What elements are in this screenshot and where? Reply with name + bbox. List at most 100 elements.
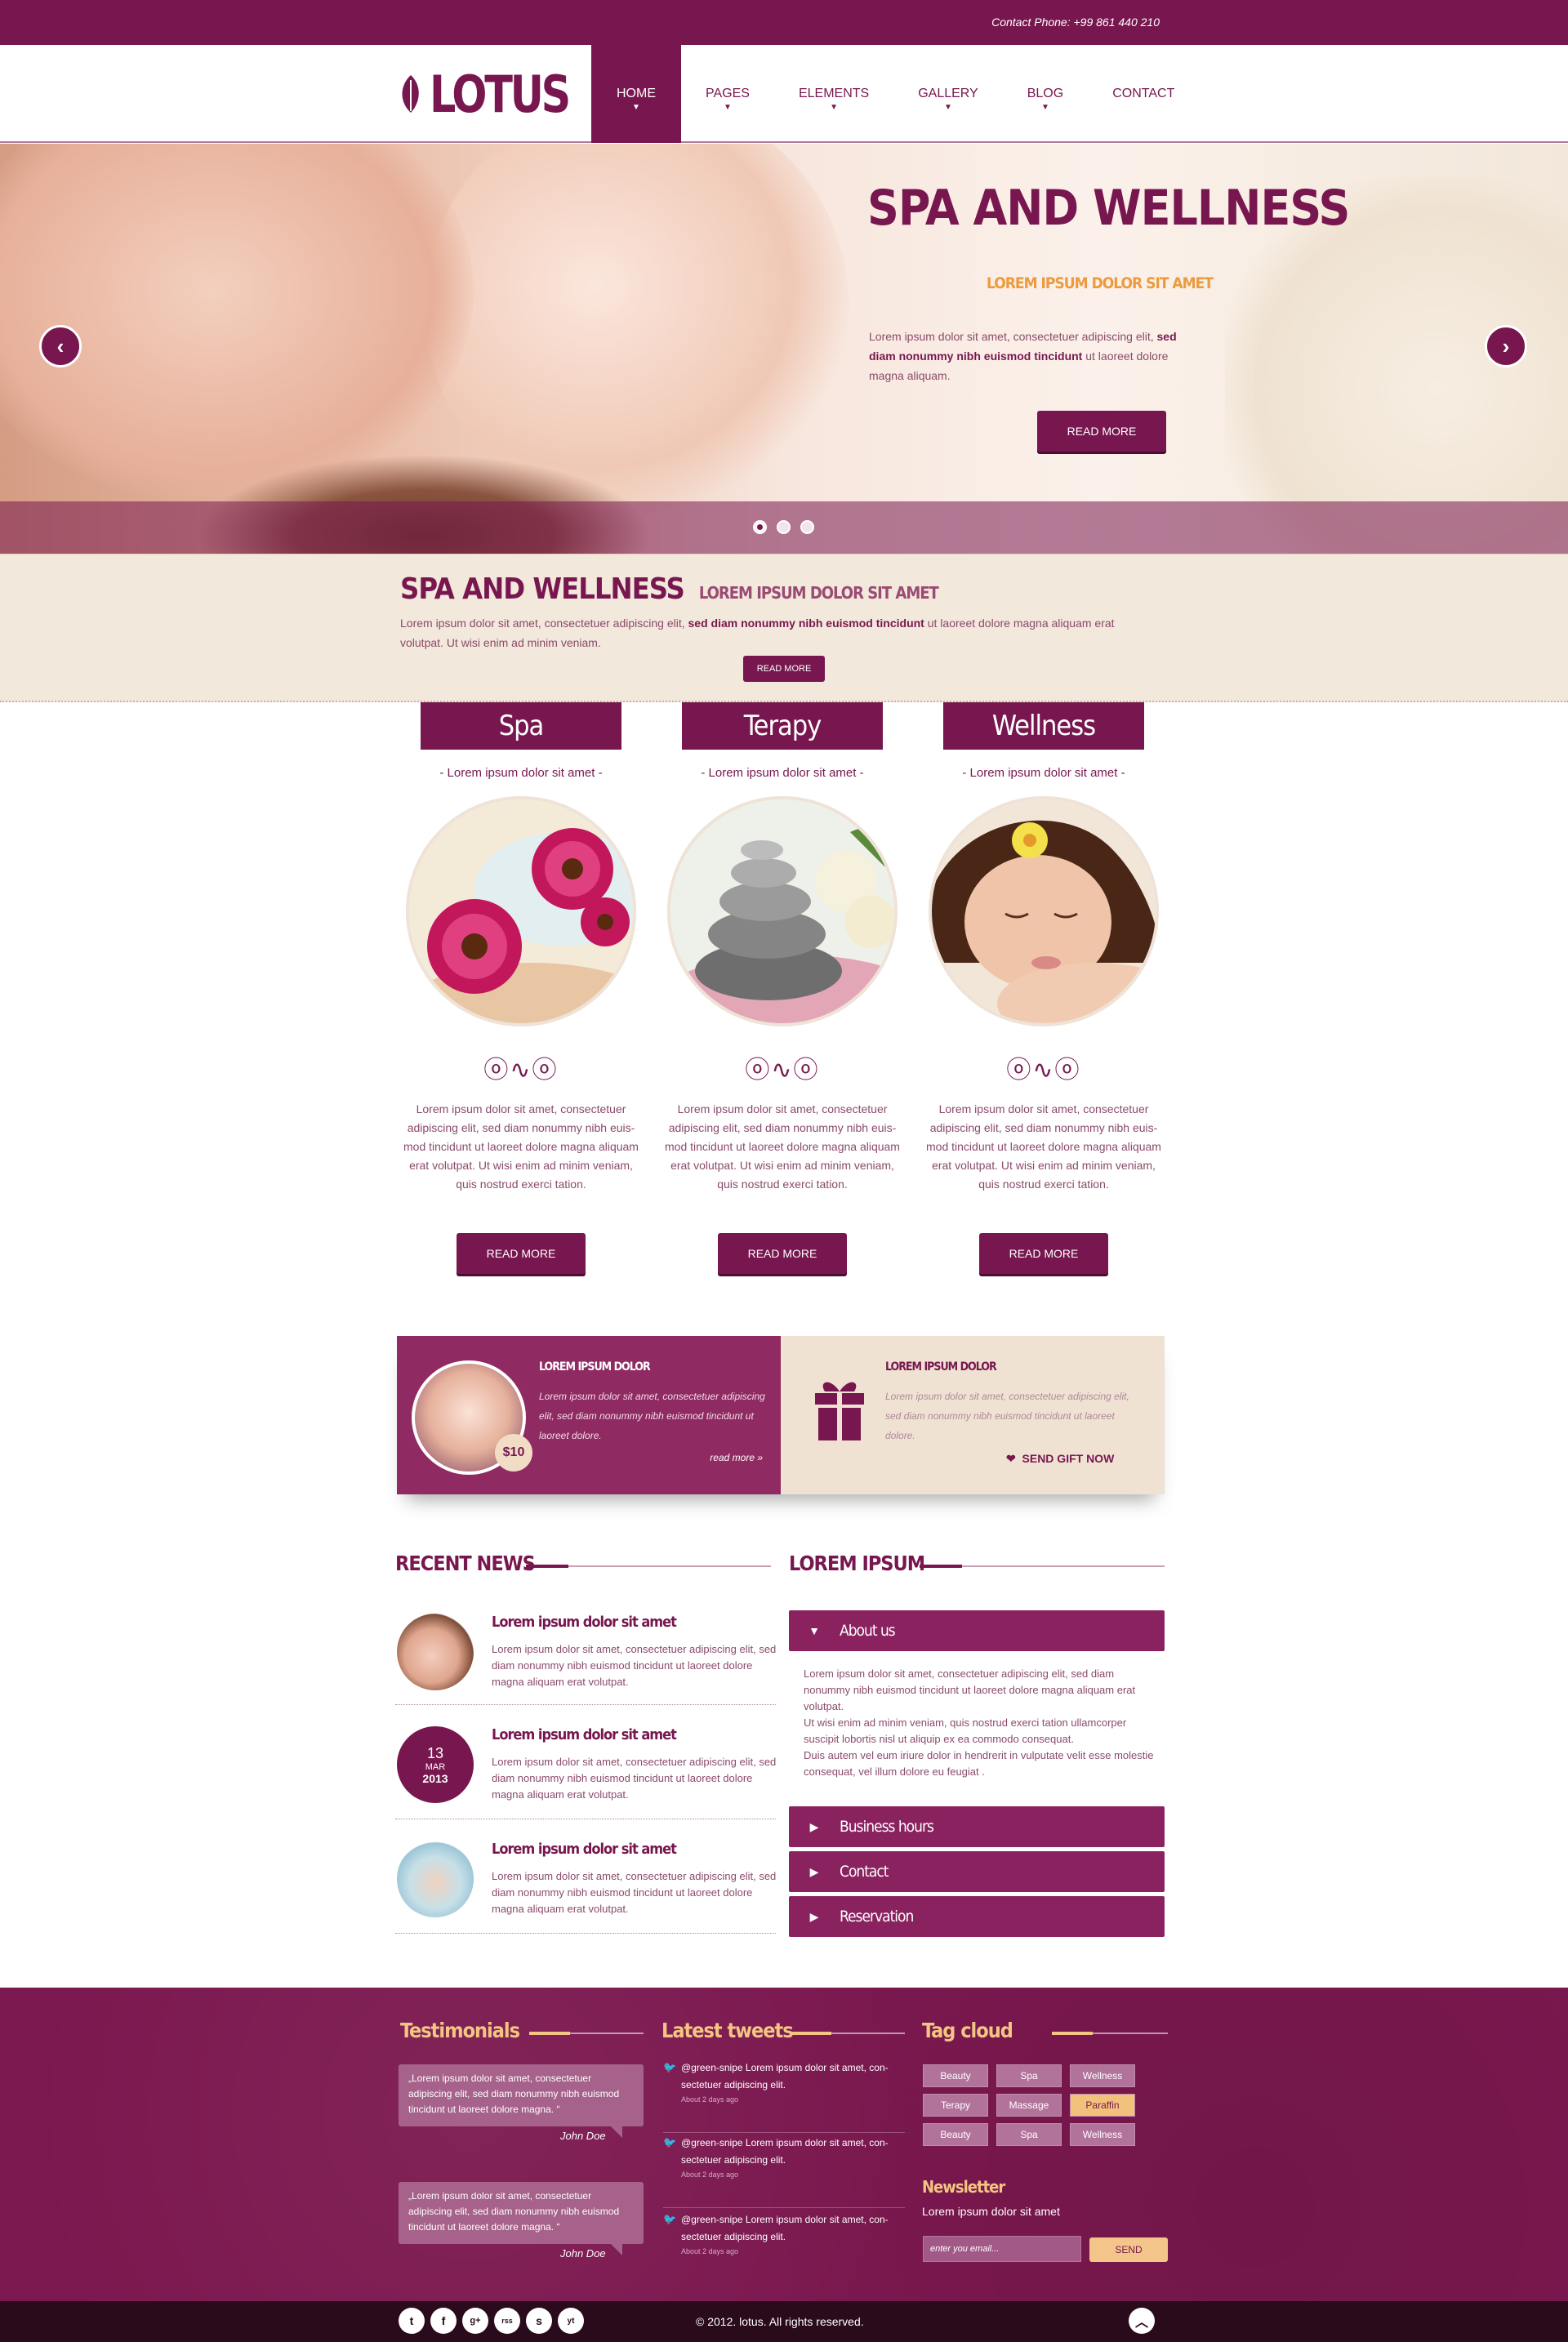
gift-icon xyxy=(815,1382,864,1440)
service-terapy: Terapy - Lorem ipsum dolor sit amet - ⓞ∿… xyxy=(664,702,901,1274)
terapy-stones-image xyxy=(667,796,898,1026)
tag-beauty[interactable]: Beauty xyxy=(923,2064,988,2087)
logo[interactable]: LOTUS xyxy=(397,61,599,127)
nav-blog[interactable]: BLOG ▼ xyxy=(1003,45,1088,143)
tag-wellness[interactable]: Wellness xyxy=(1070,2064,1135,2087)
twitter-bird-icon: 🐦 xyxy=(663,2213,677,2225)
triangle-right-icon: ▶ xyxy=(809,1819,819,1833)
contact-phone: Contact Phone: +99 861 440 210 xyxy=(991,16,1160,29)
nav-contact[interactable]: CONTACT xyxy=(1088,45,1199,143)
news-title[interactable]: Lorem ipsum dolor sit amet xyxy=(492,1841,677,1858)
tweet-item[interactable]: 🐦 @green-snipe Lorem ipsum dolor sit amet… xyxy=(663,2135,905,2208)
ornament-divider: ⓞ∿ⓞ xyxy=(483,1057,559,1084)
wellness-woman-image xyxy=(929,796,1159,1026)
accordion-business-hours[interactable]: ▶ Business hours xyxy=(789,1806,1165,1847)
google-plus-icon[interactable]: g+ xyxy=(462,2308,488,2334)
news-thumbnail xyxy=(397,1614,474,1690)
tag-spa[interactable]: Spa xyxy=(996,2064,1062,2087)
testimonial-quote: „Lorem ipsum dolor sit amet, consectetue… xyxy=(399,2064,644,2138)
slider-dot-3[interactable] xyxy=(800,520,814,534)
service-read-more-button[interactable]: READ MORE xyxy=(979,1233,1108,1274)
news-item[interactable]: Lorem ipsum dolor sit amet Lorem ipsum d… xyxy=(395,1841,776,1934)
service-title: Terapy xyxy=(682,702,883,750)
tag-wellness[interactable]: Wellness xyxy=(1070,2123,1135,2146)
spa-flowers-image xyxy=(406,796,636,1026)
intro-read-more-button[interactable]: READ MORE xyxy=(743,656,825,682)
nav-elements-label: ELEMENTS xyxy=(798,87,870,100)
hero-subtitle: LOREM IPSUM DOLOR SIT AMET xyxy=(987,274,1214,292)
newsletter-email-input[interactable] xyxy=(923,2236,1081,2262)
skype-icon[interactable]: s xyxy=(526,2308,552,2334)
tag-spa[interactable]: Spa xyxy=(996,2123,1062,2146)
promo-offer-title: LOREM IPSUM DOLOR xyxy=(539,1360,651,1374)
nav-home[interactable]: HOME ▼ xyxy=(591,45,681,143)
tweet-text: @green-snipe Lorem ipsum dolor sit amet,… xyxy=(681,2214,889,2242)
tag-paraffin[interactable]: Paraffin xyxy=(1070,2094,1135,2117)
slider-next-arrow-icon[interactable]: › xyxy=(1485,325,1527,367)
hero-title: SPA AND WELLNESS xyxy=(867,180,1350,237)
tweet-item[interactable]: 🐦 @green-snipe Lorem ipsum dolor sit amet… xyxy=(663,2059,905,2133)
promo-gift: LOREM IPSUM DOLOR Lorem ipsum dolor sit … xyxy=(781,1336,1165,1494)
slider-prev-arrow-icon[interactable]: ‹ xyxy=(39,325,82,367)
nav-gallery-label: GALLERY xyxy=(918,87,978,100)
lorem-ipsum-heading: LOREM IPSUM xyxy=(789,1552,925,1575)
send-gift-link[interactable]: ❤ SEND GIFT NOW xyxy=(1006,1452,1114,1466)
service-spa: Spa - Lorem ipsum dolor sit amet - ⓞ∿ⓞ L… xyxy=(403,702,639,1274)
tweet-item[interactable]: 🐦 @green-snipe Lorem ipsum dolor sit amet… xyxy=(663,2211,905,2285)
tag-terapy[interactable]: Terapy xyxy=(923,2094,988,2117)
logo-text: LOTUS xyxy=(430,64,571,124)
intro-text: Lorem ipsum dolor sit amet, consectetuer… xyxy=(400,613,1152,652)
newsletter-send-button[interactable]: SEND xyxy=(1089,2237,1168,2262)
hero-read-more-button[interactable]: READ MORE xyxy=(1037,411,1166,452)
service-subtitle: - Lorem ipsum dolor sit amet - xyxy=(701,766,864,780)
caret-down-icon: ▼ xyxy=(724,103,732,112)
copyright: © 2012. lotus. All rights reserved. xyxy=(696,2315,864,2328)
heading-divider xyxy=(526,1565,771,1568)
news-item[interactable]: 13 MAR 2013 Lorem ipsum dolor sit amet L… xyxy=(395,1726,776,1819)
slider-dot-2[interactable] xyxy=(777,520,791,534)
service-text: Lorem ipsum dolor sit amet, consectetuer… xyxy=(926,1102,1161,1191)
youtube-icon[interactable]: yt xyxy=(558,2308,584,2334)
testimonials-title: Testimonials xyxy=(400,2019,520,2042)
nav-gallery[interactable]: GALLERY ▼ xyxy=(893,45,1003,143)
lotus-leaf-icon xyxy=(402,75,419,113)
newsletter-subtitle: Lorem ipsum dolor sit amet xyxy=(922,2205,1060,2218)
accordion-about-us[interactable]: ▼ About us xyxy=(789,1610,1165,1651)
nav-elements[interactable]: ELEMENTS ▼ xyxy=(774,45,893,143)
news-title[interactable]: Lorem ipsum dolor sit amet xyxy=(492,1614,677,1631)
testimonial-quote: „Lorem ipsum dolor sit amet, consectetue… xyxy=(399,2182,644,2255)
tag-cloud: Beauty Spa Wellness Terapy Massage Paraf… xyxy=(923,2064,1168,2146)
slider-dot-1[interactable] xyxy=(753,520,767,534)
back-to-top-icon[interactable]: ︿ xyxy=(1129,2308,1155,2334)
accordion-label: Contact xyxy=(840,1863,889,1881)
tag-massage[interactable]: Massage xyxy=(996,2094,1062,2117)
accordion-reservation[interactable]: ▶ Reservation xyxy=(789,1896,1165,1937)
rss-icon[interactable]: rss xyxy=(494,2308,520,2334)
nav-pages[interactable]: PAGES ▼ xyxy=(681,45,774,143)
main-nav: HOME ▼ PAGES ▼ ELEMENTS ▼ GALLERY ▼ BLOG ▼ CO… xyxy=(591,45,1199,143)
recent-news-heading: RECENT NEWS xyxy=(395,1552,536,1575)
promo-offer: $10 LOREM IPSUM DOLOR Lorem ipsum dolor … xyxy=(397,1336,781,1494)
top-bar: Contact Phone: +99 861 440 210 xyxy=(0,0,1568,45)
tag-beauty[interactable]: Beauty xyxy=(923,2123,988,2146)
news-text: Lorem ipsum dolor sit amet, consectetuer… xyxy=(492,1643,777,1688)
promo-gift-title: LOREM IPSUM DOLOR xyxy=(885,1360,997,1374)
intro-subtitle: LOREM IPSUM DOLOR SIT AMET xyxy=(698,583,939,603)
service-subtitle: - Lorem ipsum dolor sit amet - xyxy=(439,766,603,780)
footer-divider xyxy=(529,2032,644,2035)
promo-read-more-link[interactable]: read more » xyxy=(710,1452,763,1463)
nav-pages-label: PAGES xyxy=(706,87,750,100)
news-thumbnail xyxy=(397,1841,474,1917)
tag-cloud-title: Tag cloud xyxy=(922,2019,1013,2042)
news-item[interactable]: Lorem ipsum dolor sit amet Lorem ipsum d… xyxy=(395,1614,776,1705)
accordion-contact[interactable]: ▶ Contact xyxy=(789,1851,1165,1892)
heart-icon: ❤ xyxy=(1006,1452,1016,1465)
service-read-more-button[interactable]: READ MORE xyxy=(718,1233,847,1274)
ornament-divider: ⓞ∿ⓞ xyxy=(745,1057,820,1084)
price-badge: $10 xyxy=(495,1434,532,1472)
news-title[interactable]: Lorem ipsum dolor sit amet xyxy=(492,1726,677,1743)
facebook-icon[interactable]: f xyxy=(430,2308,457,2334)
twitter-icon[interactable]: t xyxy=(399,2308,425,2334)
heading-divider xyxy=(920,1565,1165,1568)
service-read-more-button[interactable]: READ MORE xyxy=(457,1233,586,1274)
